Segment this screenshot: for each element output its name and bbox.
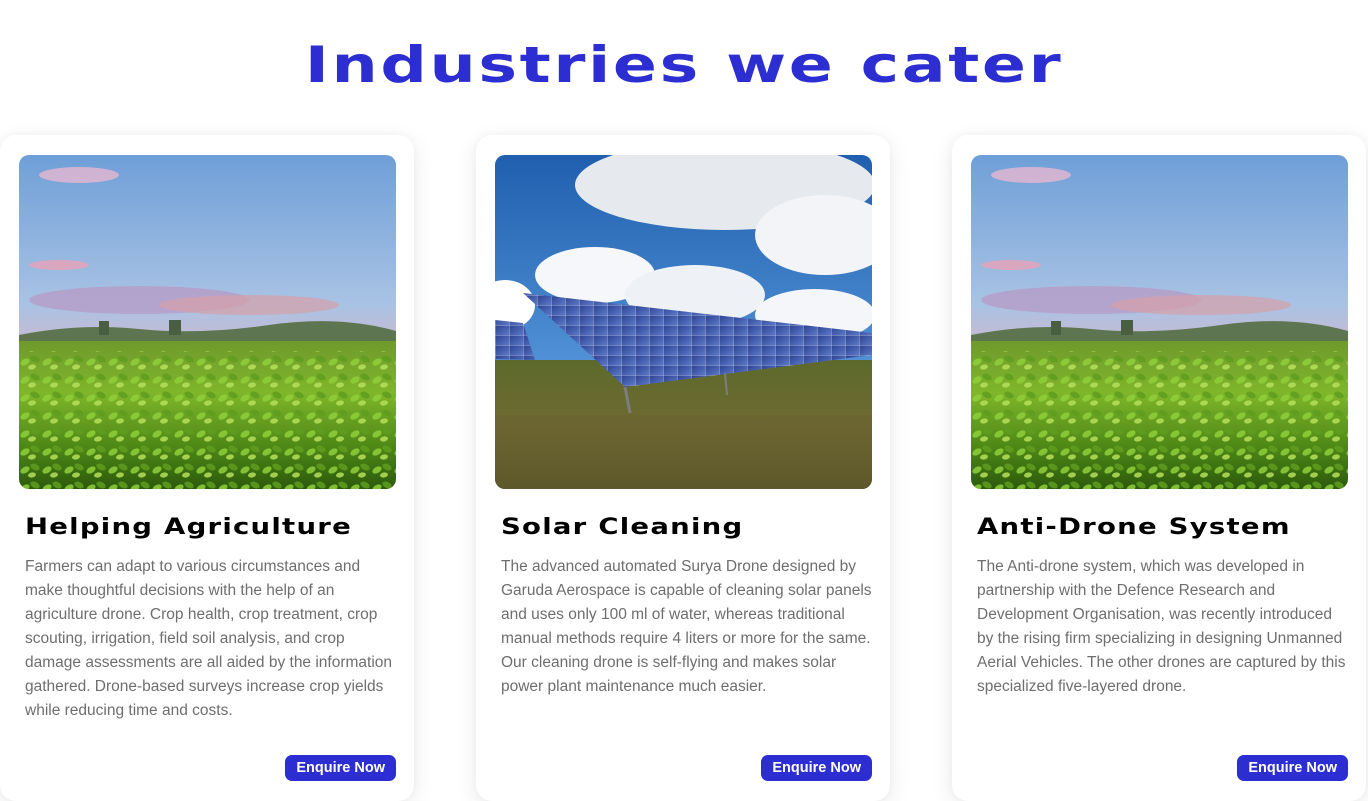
card-title: Solar Cleaning (501, 515, 744, 540)
card-description: Farmers can adapt to various circumstanc… (25, 558, 393, 719)
industries-section: Industries we cater Helping Agriculture … (0, 0, 1368, 801)
agriculture-field-photo (19, 155, 396, 489)
card-description: The Anti-drone system, which was develop… (977, 558, 1346, 695)
solar-panels-photo (495, 155, 872, 489)
section-title: Industries we cater (304, 36, 1064, 94)
enquire-now-button[interactable]: Enquire Now (761, 755, 872, 781)
industry-card-solar: Solar Cleaning The advanced automated Su… (476, 135, 890, 801)
enquire-now-button[interactable]: Enquire Now (285, 755, 396, 781)
card-title: Helping Agriculture (25, 515, 352, 540)
enquire-now-button[interactable]: Enquire Now (1237, 755, 1348, 781)
industry-card-agriculture: Helping Agriculture Farmers can adapt to… (0, 135, 414, 801)
agriculture-field-photo (971, 155, 1348, 489)
card-description: The advanced automated Surya Drone desig… (501, 558, 872, 695)
industry-card-anti-drone: Anti-Drone System The Anti-drone system,… (952, 135, 1366, 801)
card-title: Anti-Drone System (977, 515, 1291, 540)
